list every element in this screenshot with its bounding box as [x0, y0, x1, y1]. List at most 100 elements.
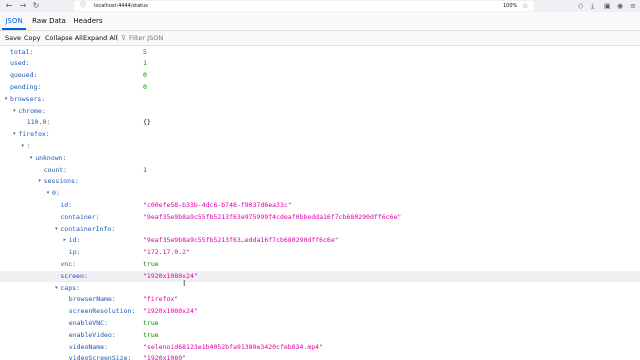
tree-row[interactable]: pending: 0 — [0, 82, 640, 94]
json-tree: total: 5 used: 1 queued: 0 pending: 0 ▾ browsers:… — [0, 46, 640, 360]
tree-row[interactable]: id: "c00efe58-b33b-4dc6-b748-f9037d6ea33c… — [0, 200, 640, 212]
tree-row[interactable]: enableVNC: true — [0, 318, 640, 330]
tree-row[interactable]: enableVideo: true — [0, 330, 640, 342]
filter-json-input[interactable] — [129, 32, 249, 44]
tree-value: "c00efe58-b33b-4dc6-b748-f9037d6ea33c" — [143, 200, 292, 209]
text-cursor-icon: I — [183, 279, 186, 288]
zoom-level[interactable]: 100% — [503, 1, 517, 11]
tree-row[interactable]: ▾ containerInfo: — [0, 224, 640, 236]
expanded-arrow-icon[interactable]: ▾ — [53, 283, 59, 295]
tree-value: "172.17.0.2" — [143, 248, 190, 257]
tree-key: chrome: — [18, 106, 46, 115]
back-arrow-icon[interactable]: ← — [4, 1, 14, 11]
forward-arrow-icon[interactable]: → — [18, 1, 28, 11]
tree-key: containerInfo: — [60, 224, 116, 233]
tree-row[interactable]: ▾ 0: — [0, 188, 640, 200]
expanded-arrow-icon[interactable]: ▾ — [37, 176, 43, 188]
bookmark-star-icon[interactable]: ☆ — [522, 1, 528, 11]
tree-row[interactable]: used: 1 — [0, 58, 640, 70]
expanded-arrow-icon[interactable]: ▾ — [11, 129, 17, 141]
tree-row[interactable]: screen: "1920x1080x24" — [0, 270, 640, 283]
tree-row[interactable]: queued: 0 — [0, 70, 640, 82]
tree-key: caps: — [60, 283, 80, 292]
tree-key: enableVideo: — [68, 330, 116, 339]
tree-key: count: — [43, 165, 68, 174]
tree-key: videoScreenSize: — [68, 354, 132, 360]
tree-row[interactable]: vnc: true — [0, 259, 640, 271]
tab-headers[interactable]: Headers — [72, 12, 104, 30]
expanded-arrow-icon[interactable]: ▾ — [45, 188, 51, 200]
copy-button[interactable]: Copy — [24, 31, 41, 45]
tree-value: "1920x1080x24" — [143, 307, 198, 316]
tree-row[interactable]: ▾ browsers: — [0, 94, 640, 106]
downloads-icon[interactable]: ⤓ — [591, 1, 594, 11]
tree-key: id: — [60, 200, 73, 209]
tree-value: 5 — [143, 47, 147, 56]
tree-key: 0: — [52, 189, 60, 198]
tree-value: 0 — [143, 71, 147, 80]
tree-row[interactable]: total: 5 — [0, 47, 640, 59]
url-text[interactable]: localhost:4444/status — [94, 1, 148, 11]
pocket-icon[interactable]: ◇ — [578, 1, 583, 11]
tree-key: unknown: — [35, 153, 67, 162]
tree-key: vnc: — [60, 259, 77, 268]
expand-all-button[interactable]: Expand All — [83, 31, 117, 45]
tree-row[interactable]: ▾ sessions: — [0, 176, 640, 188]
tree-row[interactable]: ▾ firefox: — [0, 129, 640, 141]
tree-key: : — [26, 141, 31, 150]
tree-key: pending: — [10, 82, 42, 91]
tree-key: total: — [10, 47, 34, 56]
tree-row[interactable]: 110.0: {} — [0, 117, 640, 129]
tree-row[interactable]: screenResolution: "1920x1080x24" — [0, 306, 640, 318]
account-icon[interactable]: ◉ — [617, 1, 623, 11]
tree-value: "9eaf35e9b8a9c55fb5213f63…edda16f7cb6802… — [143, 236, 339, 245]
expanded-arrow-icon[interactable]: ▾ — [11, 106, 17, 118]
tree-value: true — [143, 330, 159, 339]
toolbar-divider — [117, 34, 118, 42]
tree-value: 1 — [143, 59, 147, 68]
menu-icon[interactable]: ≡ — [630, 1, 636, 11]
tree-row[interactable]: ▸ id: "9eaf35e9b8a9c55fb5213f63…edda16f7cb… — [0, 235, 640, 247]
tree-row[interactable]: videoScreenSize: "1920x1080" — [0, 353, 640, 360]
tree-value: "9eaf35e9b8a9c55fb5213f63e975999f4cdeaf0… — [143, 212, 402, 221]
tree-key: browsers: — [10, 94, 46, 103]
expanded-arrow-icon[interactable]: ▾ — [53, 224, 59, 236]
tree-key: id: — [68, 236, 81, 245]
tree-row[interactable]: ip: "172.17.0.2" — [0, 247, 640, 259]
tree-row[interactable]: browserName: "firefox" — [0, 294, 640, 306]
tree-value: 1 — [143, 165, 147, 174]
expanded-arrow-icon[interactable]: ▾ — [28, 153, 34, 165]
tree-row[interactable]: ▾ unknown: — [0, 153, 640, 165]
tree-key: screenResolution: — [68, 307, 136, 316]
page-info-icon[interactable]: ⓘ — [80, 1, 86, 11]
tree-row[interactable]: ▾ chrome: — [0, 106, 640, 118]
tree-value: true — [143, 318, 159, 327]
tree-value: 0 — [143, 82, 147, 91]
tree-row[interactable]: container: "9eaf35e9b8a9c55fb5213f63e9759… — [0, 212, 640, 224]
tree-row[interactable]: count: 1 — [0, 165, 640, 177]
tab-json[interactable]: JSON — [2, 12, 26, 30]
collapse-all-button[interactable]: Collapse All — [45, 31, 83, 45]
tree-key: screen: — [60, 271, 88, 280]
tree-key: enableVNC: — [68, 318, 108, 327]
tree-key: videoName: — [68, 342, 108, 351]
reload-icon[interactable]: ↻ — [31, 1, 41, 11]
tree-key: sessions: — [43, 177, 79, 186]
save-button[interactable]: Save — [5, 31, 21, 45]
tree-row[interactable]: ▾: — [0, 141, 640, 153]
json-toolbar: Save Copy Collapse All Expand All ⊽ — [0, 31, 640, 46]
tree-key: queued: — [10, 71, 38, 80]
expanded-arrow-icon[interactable]: ▾ — [3, 94, 9, 106]
tree-row[interactable]: ▾ caps: — [0, 283, 640, 295]
tab-raw-data[interactable]: Raw Data — [32, 12, 66, 30]
extensions-icon[interactable]: ▣ — [604, 1, 611, 11]
tree-value: "1920x1080" — [143, 354, 187, 360]
expanded-arrow-icon[interactable]: ▾ — [20, 141, 26, 153]
tree-row[interactable]: videoName: "selenoid68123e1b4052bfa91389e… — [0, 342, 640, 354]
tree-key: browserName: — [68, 295, 116, 304]
tree-key: ip: — [68, 248, 81, 257]
json-viewer-tabs: JSON Raw Data Headers — [0, 12, 640, 31]
filter-icon: ⊽ — [121, 34, 127, 42]
tree-value: true — [143, 259, 159, 268]
collapsed-arrow-icon[interactable]: ▸ — [62, 235, 68, 247]
